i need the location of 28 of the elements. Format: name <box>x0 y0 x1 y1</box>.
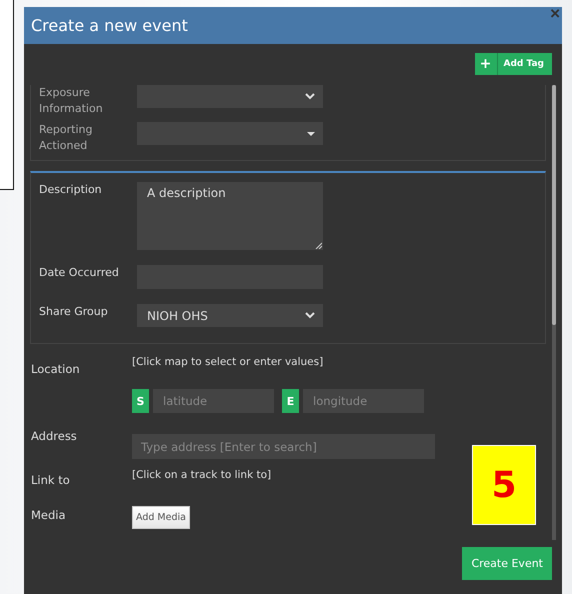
scrollbar[interactable] <box>552 85 556 540</box>
latitude-prefix: S <box>132 389 149 413</box>
hint-text: [Click on a track to link to] <box>132 469 272 481</box>
add-media-button[interactable]: Add Media <box>132 506 190 529</box>
field-label: Exposure Information <box>38 85 104 117</box>
field-label: Date Occurred <box>38 265 120 281</box>
resize-grip-icon <box>315 242 322 249</box>
field-label: Media <box>31 508 67 522</box>
chevron-down-icon <box>305 312 315 319</box>
field-label: Link to <box>31 473 71 487</box>
field-label: Address <box>31 429 78 443</box>
longitude-field[interactable]: longitude <box>303 389 424 413</box>
select-field[interactable] <box>137 122 323 145</box>
select-field[interactable]: NIOH OHS <box>137 304 323 327</box>
caret-icon <box>307 132 315 136</box>
address-field[interactable]: Type address [Enter to search] <box>132 434 435 459</box>
field-label: Reporting Actioned <box>38 122 94 154</box>
step-badge: 5 <box>472 445 536 525</box>
latitude-field[interactable]: latitude <box>153 389 274 413</box>
longitude-prefix: E <box>282 389 299 413</box>
field-label: Location <box>31 362 81 376</box>
select-field[interactable] <box>137 85 323 108</box>
chevron-down-icon <box>305 93 315 100</box>
field-label: Description <box>38 182 103 198</box>
text-area[interactable]: A description <box>137 182 323 250</box>
dialog-title: Create a new event <box>31 16 188 35</box>
hint-text: [Click map to select or enter values] <box>132 356 324 368</box>
field-label: Share Group <box>38 304 109 320</box>
